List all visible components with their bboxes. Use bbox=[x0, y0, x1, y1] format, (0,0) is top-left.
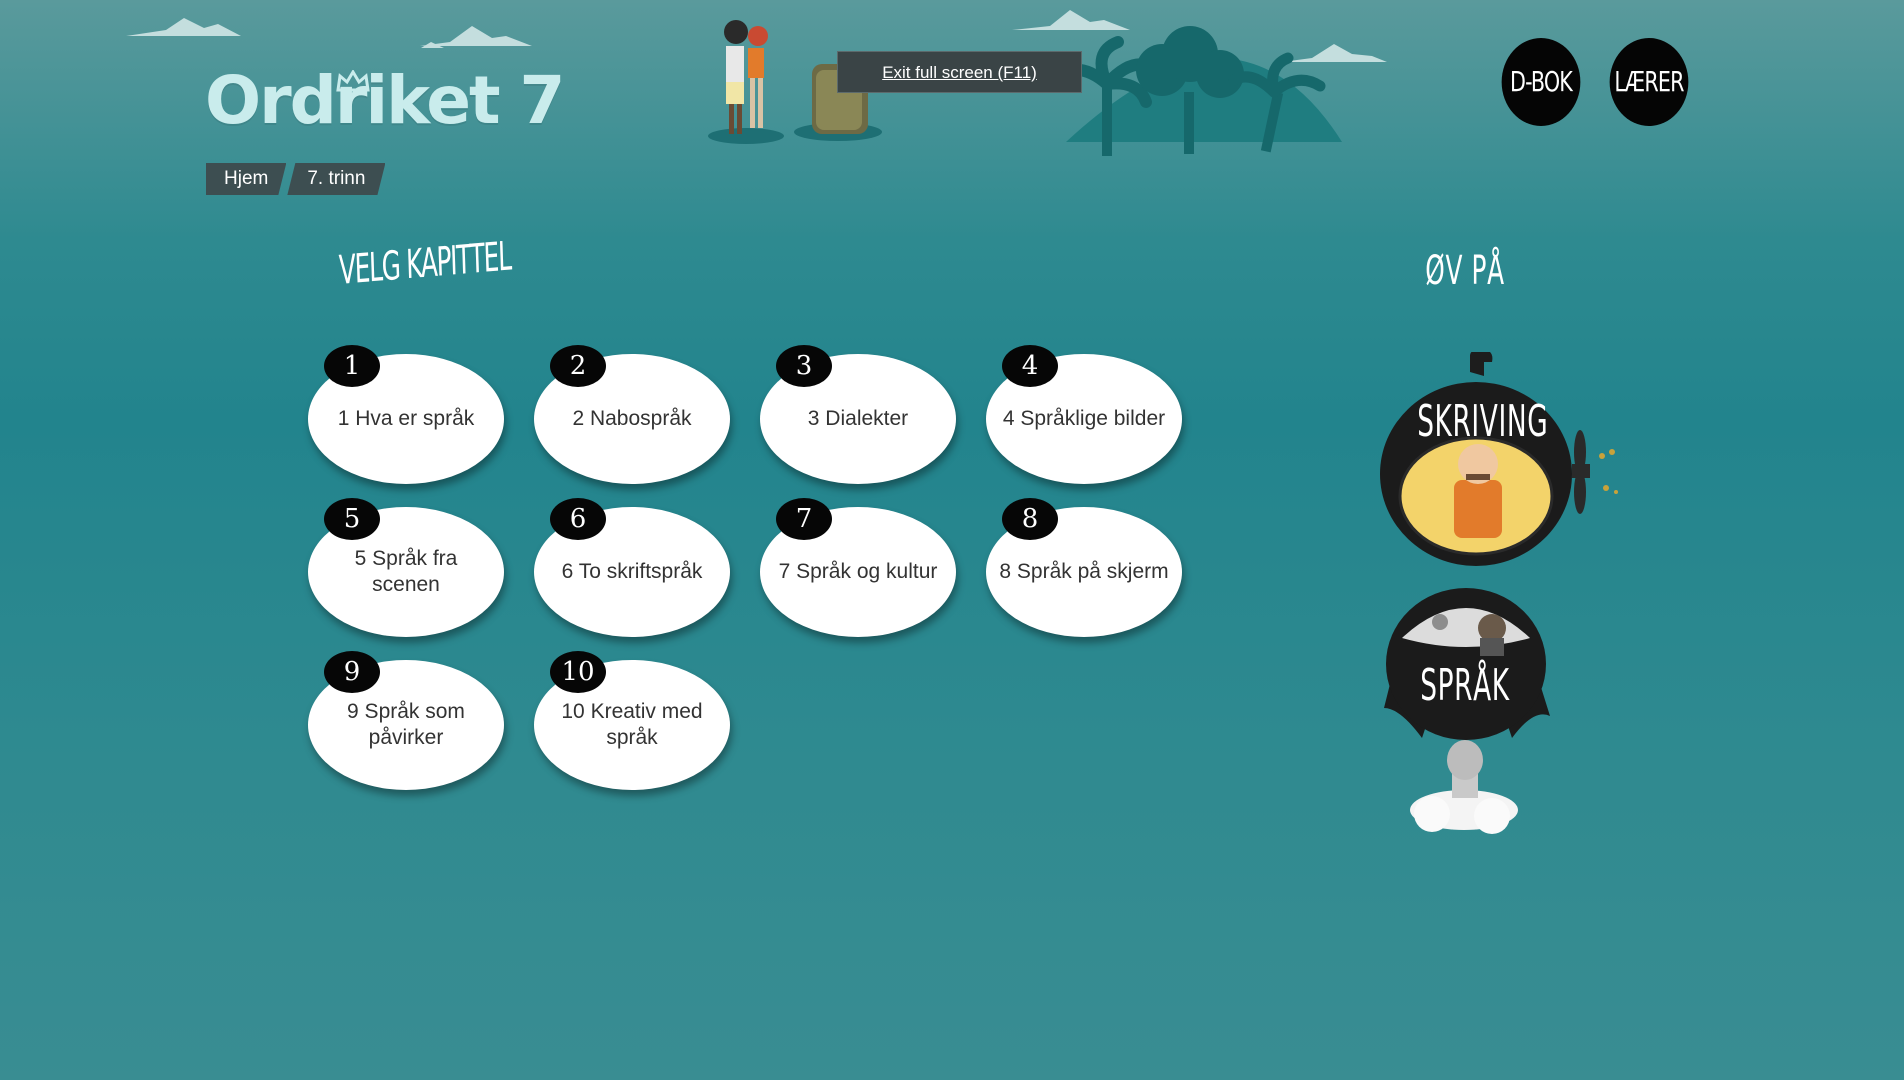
choose-chapter-heading: VELG KAPITTEL bbox=[338, 233, 512, 294]
mountain-decoration-left-2 bbox=[420, 26, 532, 46]
chapter-label: 8 Språk på skjerm bbox=[999, 560, 1169, 583]
exit-fullscreen-tooltip[interactable]: Exit full screen (F11) bbox=[837, 51, 1082, 93]
submarine-writer-icon bbox=[1380, 352, 1618, 566]
chapter-number-badge: 1 bbox=[324, 345, 380, 387]
rocket-language-icon bbox=[1384, 588, 1550, 834]
chapter-number-badge: 7 bbox=[776, 498, 832, 540]
chapter-number-badge: 10 bbox=[550, 651, 606, 693]
breadcrumb-home[interactable]: Hjem bbox=[206, 163, 286, 195]
chapter-label: 5 Språk fra scenen bbox=[354, 547, 458, 596]
chapter-label: 7 Språk og kultur bbox=[778, 560, 938, 583]
teacher-button[interactable]: LÆRER bbox=[1609, 38, 1689, 126]
breadcrumb: Hjem 7. trinn bbox=[206, 163, 389, 195]
chapter-label: 3 Dialekter bbox=[807, 407, 909, 430]
chapter-button-10[interactable]: 10 10 Kreativ med språk bbox=[534, 651, 730, 790]
chapter-number-badge: 9 bbox=[324, 651, 380, 693]
chapter-button-8[interactable]: 8 8 Språk på skjerm bbox=[986, 498, 1182, 637]
practice-skriving-button[interactable]: SKRIVING bbox=[1380, 352, 1630, 567]
chapter-button-4[interactable]: 4 4 Språklige bilder bbox=[986, 345, 1182, 484]
chapter-button-7[interactable]: 7 7 Språk og kultur bbox=[760, 498, 956, 637]
chapter-button-6[interactable]: 6 6 To skriftspråk bbox=[534, 498, 730, 637]
mountain-decoration-left bbox=[126, 18, 444, 48]
chapter-button-9[interactable]: 9 9 Språk som påvirker bbox=[308, 651, 504, 790]
chapter-number-badge: 3 bbox=[776, 345, 832, 387]
chapter-number-badge: 8 bbox=[1002, 498, 1058, 540]
chapter-button-2[interactable]: 2 2 Nabospråk bbox=[534, 345, 730, 484]
practice-heading: ØV PÅ bbox=[1425, 248, 1505, 294]
chapter-label: 1 Hva er språk bbox=[337, 407, 475, 430]
chapter-button-1[interactable]: 1 1 Hva er språk bbox=[308, 345, 504, 484]
chapter-button-5[interactable]: 5 5 Språk fra scenen bbox=[308, 498, 504, 637]
chapter-number-badge: 6 bbox=[550, 498, 606, 540]
chapter-label: 2 Nabospråk bbox=[572, 407, 692, 430]
app-logo[interactable]: Ordriket 7 bbox=[205, 62, 565, 139]
crown-icon bbox=[336, 70, 370, 92]
chapter-label: 9 Språk som påvirker bbox=[347, 700, 465, 749]
chapter-label: 6 To skriftspråk bbox=[561, 560, 703, 583]
chapter-label: 10 Kreativ med språk bbox=[561, 700, 703, 749]
chapter-button-3[interactable]: 3 3 Dialekter bbox=[760, 345, 956, 484]
island-palm-trees-illustration bbox=[1062, 26, 1342, 156]
dbok-button[interactable]: D-BOK bbox=[1501, 38, 1581, 126]
chapter-number-badge: 4 bbox=[1002, 345, 1058, 387]
breadcrumb-grade[interactable]: 7. trinn bbox=[287, 163, 385, 195]
practice-sprak-button[interactable]: SPRÅK bbox=[1382, 588, 1592, 848]
practice-sprak-label: SPRÅK bbox=[1420, 660, 1510, 711]
practice-skriving-label: SKRIVING bbox=[1417, 396, 1549, 447]
chapter-number-badge: 2 bbox=[550, 345, 606, 387]
chapter-number-badge: 5 bbox=[324, 498, 380, 540]
chapter-label: 4 Språklige bilder bbox=[1002, 407, 1166, 430]
